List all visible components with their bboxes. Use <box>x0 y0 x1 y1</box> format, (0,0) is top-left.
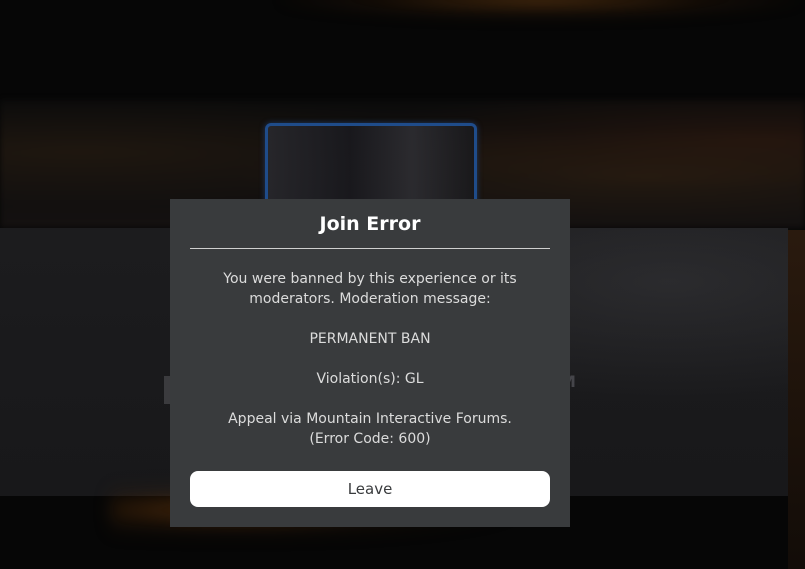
dialog-message: You were banned by this experience or it… <box>190 269 550 449</box>
leave-button[interactable]: Leave <box>190 471 550 507</box>
ban-message: You were banned by this experience or it… <box>223 271 517 307</box>
moderation-message: PERMANENT BAN <box>309 331 431 347</box>
join-error-dialog: Join Error You were banned by this exper… <box>170 199 570 527</box>
background-glow <box>280 0 800 20</box>
title-divider <box>190 248 550 249</box>
violations-text: Violation(s): GL <box>316 371 424 387</box>
dialog-title: Join Error <box>319 213 421 235</box>
appeal-text: Appeal via Mountain Interactive Forums. … <box>190 409 550 449</box>
appeal-line: Appeal via Mountain Interactive Forums. <box>228 411 512 427</box>
error-code: (Error Code: 600) <box>309 431 431 447</box>
background-edge <box>788 230 805 569</box>
game-screen: M Join Error You were banned by this exp… <box>0 0 805 569</box>
